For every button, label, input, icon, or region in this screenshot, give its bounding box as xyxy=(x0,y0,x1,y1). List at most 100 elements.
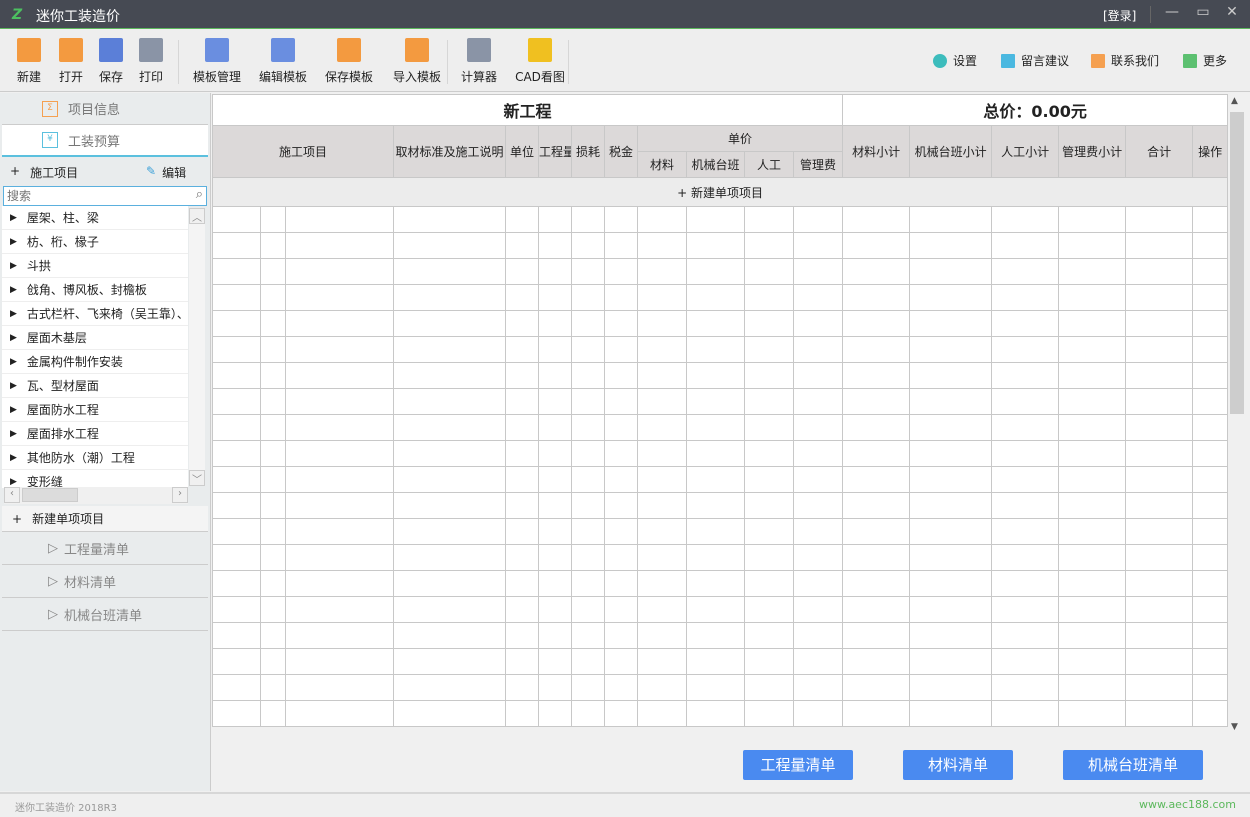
table-cell[interactable] xyxy=(909,258,993,285)
table-cell[interactable] xyxy=(792,414,844,441)
table-cell[interactable] xyxy=(1058,596,1127,623)
table-cell[interactable] xyxy=(393,700,506,727)
table-cell[interactable] xyxy=(909,518,993,545)
table-cell[interactable] xyxy=(686,388,745,415)
table-cell[interactable] xyxy=(393,492,506,519)
table-cell[interactable] xyxy=(571,388,605,415)
table-cell[interactable] xyxy=(991,284,1060,311)
website-link[interactable]: www.aec188.com xyxy=(1139,798,1236,811)
table-cell[interactable] xyxy=(792,570,844,597)
table-cell[interactable] xyxy=(744,284,794,311)
table-cell[interactable] xyxy=(1192,284,1229,311)
table-cell[interactable] xyxy=(1058,206,1127,233)
table-cell[interactable] xyxy=(604,674,638,701)
table-cell[interactable] xyxy=(505,570,539,597)
table-cell[interactable] xyxy=(285,544,394,571)
table-cell[interactable] xyxy=(1058,310,1127,337)
table-cell[interactable] xyxy=(637,544,687,571)
table-cell[interactable] xyxy=(505,232,539,259)
expand-arrow-icon[interactable]: ▶ xyxy=(10,405,17,415)
expand-arrow-icon[interactable]: ▶ xyxy=(10,333,17,343)
table-cell[interactable] xyxy=(1125,518,1194,545)
table-cell[interactable] xyxy=(792,362,844,389)
table-cell[interactable] xyxy=(393,284,506,311)
toolbar-dwg-button[interactable]: CAD看图 xyxy=(514,38,566,85)
table-cell[interactable] xyxy=(212,492,261,519)
table-cell[interactable] xyxy=(393,544,506,571)
expand-arrow-icon[interactable]: ▶ xyxy=(10,261,17,271)
table-cell[interactable] xyxy=(285,232,394,259)
table-cell[interactable] xyxy=(505,544,539,571)
table-cell[interactable] xyxy=(538,310,572,337)
table-cell[interactable] xyxy=(604,570,638,597)
table-cell[interactable] xyxy=(686,414,745,441)
table-cell[interactable] xyxy=(571,206,605,233)
table-cell[interactable] xyxy=(1192,674,1229,701)
table-cell[interactable] xyxy=(538,570,572,597)
table-cell[interactable] xyxy=(1058,414,1127,441)
tree-item[interactable]: ▶ 屋面排水工程 xyxy=(2,422,188,446)
table-cell[interactable] xyxy=(1125,232,1194,259)
table-cell[interactable] xyxy=(991,258,1060,285)
table-cell[interactable] xyxy=(1125,648,1194,675)
table-cell[interactable] xyxy=(505,622,539,649)
table-cell[interactable] xyxy=(744,648,794,675)
expand-arrow-icon[interactable]: ▶ xyxy=(10,237,17,247)
table-cell[interactable] xyxy=(637,310,687,337)
table-cell[interactable] xyxy=(538,258,572,285)
table-cell[interactable] xyxy=(991,492,1060,519)
table-cell[interactable] xyxy=(686,570,745,597)
table-cell[interactable] xyxy=(260,700,286,727)
table-cell[interactable] xyxy=(909,648,993,675)
table-cell[interactable] xyxy=(792,596,844,623)
table-cell[interactable] xyxy=(1192,440,1229,467)
table-cell[interactable] xyxy=(909,674,993,701)
table-cell[interactable] xyxy=(571,570,605,597)
table-cell[interactable] xyxy=(604,648,638,675)
table-cell[interactable] xyxy=(604,310,638,337)
table-cell[interactable] xyxy=(505,336,539,363)
table-cell[interactable] xyxy=(686,206,745,233)
list-material[interactable]: ▷ 材料清单 xyxy=(2,565,208,598)
table-cell[interactable] xyxy=(1192,362,1229,389)
table-cell[interactable] xyxy=(212,284,261,311)
table-cell[interactable] xyxy=(1125,414,1194,441)
table-cell[interactable] xyxy=(1125,492,1194,519)
table-cell[interactable] xyxy=(393,310,506,337)
table-cell[interactable] xyxy=(393,414,506,441)
close-icon[interactable]: ✕ xyxy=(1220,4,1244,20)
table-cell[interactable] xyxy=(285,284,394,311)
table-cell[interactable] xyxy=(285,414,394,441)
table-cell[interactable] xyxy=(686,700,745,727)
toolbar-template-manage-button[interactable]: 模板管理 xyxy=(192,38,242,85)
table-cell[interactable] xyxy=(686,518,745,545)
table-cell[interactable] xyxy=(604,596,638,623)
table-cell[interactable] xyxy=(686,648,745,675)
table-cell[interactable] xyxy=(538,232,572,259)
expand-arrow-icon[interactable]: ▶ xyxy=(10,429,17,439)
table-cell[interactable] xyxy=(571,362,605,389)
table-cell[interactable] xyxy=(991,336,1060,363)
table-cell[interactable] xyxy=(842,570,911,597)
table-cell[interactable] xyxy=(637,258,687,285)
table-cell[interactable] xyxy=(260,284,286,311)
table-cell[interactable] xyxy=(212,414,261,441)
table-cell[interactable] xyxy=(212,206,261,233)
table-cell[interactable] xyxy=(571,440,605,467)
table-cell[interactable] xyxy=(505,492,539,519)
table-cell[interactable] xyxy=(285,362,394,389)
tree-item[interactable]: ▶ 枋、桁、椽子 xyxy=(2,230,188,254)
table-cell[interactable] xyxy=(212,466,261,493)
table-cell[interactable] xyxy=(260,258,286,285)
table-cell[interactable] xyxy=(260,206,286,233)
table-cell[interactable] xyxy=(604,700,638,727)
expand-arrow-icon[interactable]: ▶ xyxy=(10,477,17,487)
tree-item[interactable]: ▶ 瓦、型材屋面 xyxy=(2,374,188,398)
table-cell[interactable] xyxy=(505,674,539,701)
table-cell[interactable] xyxy=(842,388,911,415)
table-cell[interactable] xyxy=(538,414,572,441)
tree-item[interactable]: ▶ 屋架、柱、梁 xyxy=(2,206,188,230)
table-cell[interactable] xyxy=(571,544,605,571)
table-cell[interactable] xyxy=(1058,466,1127,493)
table-cell[interactable] xyxy=(260,622,286,649)
